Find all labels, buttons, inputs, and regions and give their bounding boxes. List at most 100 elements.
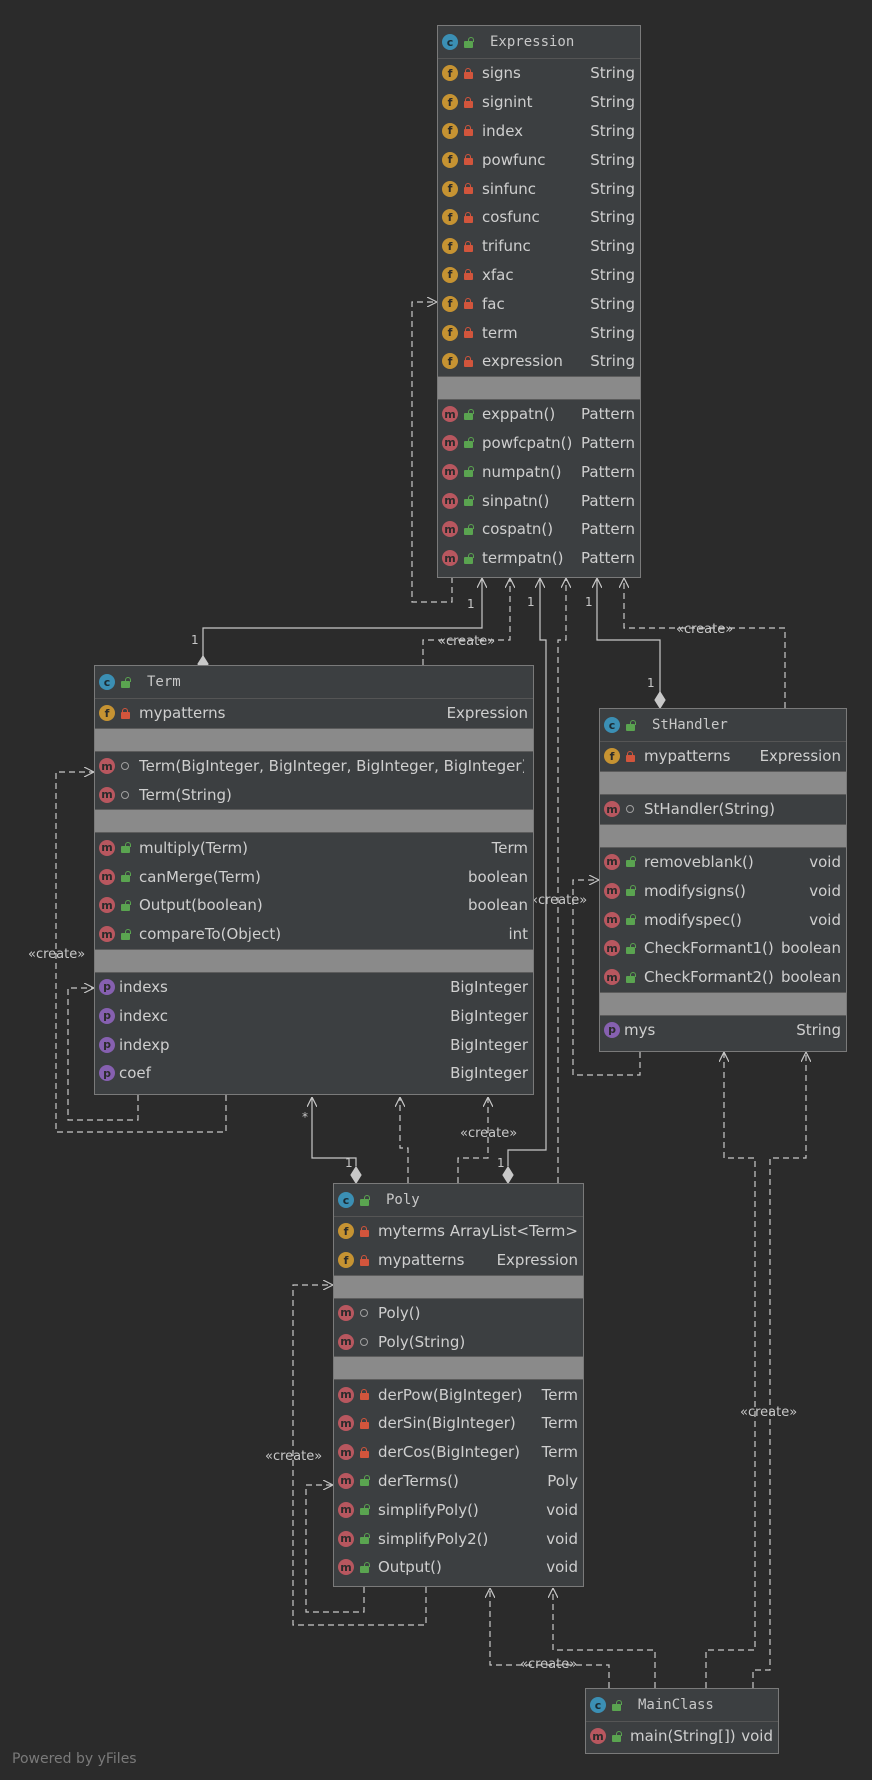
- field-icon: f: [442, 353, 458, 370]
- method-row[interactable]: m derCos(BigInteger) Term: [334, 1438, 583, 1467]
- create-label-sthandler-self: «create»: [530, 893, 588, 908]
- ctor-icon: m: [338, 1304, 354, 1321]
- method-row[interactable]: m derTerms() Poly: [334, 1467, 583, 1496]
- field-row[interactable]: f xfac String: [438, 261, 640, 290]
- property-row[interactable]: p indexp BigInteger: [95, 1030, 533, 1059]
- member-name: signint: [482, 93, 533, 112]
- member-name: exppatn(): [482, 405, 556, 424]
- method-row[interactable]: m canMerge(Term) boolean: [95, 862, 533, 891]
- class-term[interactable]: c Term f mypatterns Expression m Term(BigIn…: [94, 665, 534, 1095]
- member-type: BigInteger: [450, 1064, 528, 1083]
- member-type: String: [590, 237, 635, 256]
- member-name: numpatn(): [482, 462, 562, 481]
- method-row[interactable]: m modifyspec() void: [600, 905, 846, 934]
- member-name: sinfunc: [482, 179, 537, 198]
- field-row[interactable]: f powfunc String: [438, 145, 640, 174]
- method-icon: m: [604, 911, 620, 928]
- member-type: String: [796, 1020, 841, 1039]
- method-row[interactable]: m removeblank() void: [600, 848, 846, 877]
- private-icon: [462, 298, 474, 310]
- main-poly-create: [490, 1588, 610, 1688]
- method-icon: m: [338, 1415, 354, 1432]
- method-row[interactable]: m Output() void: [334, 1553, 583, 1582]
- public-icon: [610, 1699, 622, 1711]
- section-separator: [438, 375, 640, 400]
- method-row[interactable]: m exppatn() Pattern: [438, 400, 640, 429]
- member-name: mys: [624, 1020, 656, 1039]
- member-name: coef: [119, 1064, 151, 1083]
- section-separator: [95, 948, 533, 973]
- class-poly[interactable]: c Poly f myterms ArrayList<Term> f mypattern…: [333, 1183, 584, 1587]
- ctor-row[interactable]: m Poly(): [334, 1299, 583, 1328]
- ctor-row[interactable]: m Term(BigInteger, BigInteger, BigInteger…: [95, 752, 533, 781]
- method-row[interactable]: m sinpatn() Pattern: [438, 486, 640, 515]
- member-name: myterms: [378, 1222, 445, 1241]
- create-label-poly-term: «create»: [460, 1126, 518, 1141]
- member-name: simplifyPoly2(): [378, 1529, 489, 1548]
- method-row[interactable]: m multiply(Term) Term: [95, 833, 533, 862]
- field-row[interactable]: f fac String: [438, 289, 640, 318]
- member-type: Expression: [759, 747, 841, 766]
- member-type: boolean: [468, 896, 528, 915]
- field-row[interactable]: f signs String: [438, 59, 640, 88]
- member-name: Poly(String): [378, 1332, 466, 1351]
- field-row[interactable]: f mypatterns Expression: [334, 1246, 583, 1275]
- public-icon: [119, 842, 131, 854]
- property-row[interactable]: p indexc BigInteger: [95, 1001, 533, 1030]
- private-icon: [624, 750, 636, 762]
- member-name: multiply(Term): [139, 838, 248, 857]
- property-row[interactable]: p mys String: [600, 1016, 846, 1045]
- class-sthandler[interactable]: c StHandler f mypatterns Expression m StHan…: [599, 708, 847, 1052]
- method-row[interactable]: m Output(boolean) boolean: [95, 891, 533, 920]
- member-name: StHandler(String): [644, 800, 775, 819]
- method-row[interactable]: m derSin(BigInteger) Term: [334, 1409, 583, 1438]
- member-type: Pattern: [581, 520, 635, 539]
- method-row[interactable]: m numpatn() Pattern: [438, 457, 640, 486]
- poly-term-dependency: [400, 1097, 409, 1183]
- method-row[interactable]: m cospatn() Pattern: [438, 515, 640, 544]
- method-row[interactable]: m CheckFormant1() boolean: [600, 934, 846, 963]
- field-row[interactable]: f expression String: [438, 347, 640, 376]
- method-row[interactable]: m simplifyPoly2() void: [334, 1524, 583, 1553]
- mult-expression-sthandler: 1: [585, 595, 593, 609]
- method-row[interactable]: m compareTo(Object) int: [95, 920, 533, 949]
- field-row[interactable]: f sinfunc String: [438, 174, 640, 203]
- field-row[interactable]: f cosfunc String: [438, 203, 640, 232]
- member-type: ArrayList<Term>: [449, 1222, 578, 1241]
- field-row[interactable]: f myterms ArrayList<Term>: [334, 1217, 583, 1246]
- mult-expression-poly: 1: [527, 595, 535, 609]
- member-name: powfcpatn(): [482, 433, 573, 452]
- method-row[interactable]: m CheckFormant2() boolean: [600, 963, 846, 992]
- poly-expression-dependency: [557, 578, 566, 1183]
- field-row[interactable]: f trifunc String: [438, 232, 640, 261]
- class-mainclass[interactable]: c MainClass m main(String[]) void: [585, 1688, 779, 1754]
- field-row[interactable]: f mypatterns Expression: [95, 699, 533, 728]
- section-separator: [95, 809, 533, 834]
- term-expression-create: [422, 578, 510, 665]
- ctor-row[interactable]: m StHandler(String): [600, 795, 846, 824]
- property-row[interactable]: p indexs BigInteger: [95, 973, 533, 1002]
- method-row[interactable]: m derPow(BigInteger) Term: [334, 1380, 583, 1409]
- member-type: String: [590, 93, 635, 112]
- field-row[interactable]: f mypatterns Expression: [600, 742, 846, 771]
- ctor-row[interactable]: m Poly(String): [334, 1327, 583, 1356]
- member-name: removeblank(): [644, 852, 754, 871]
- method-icon: m: [442, 406, 458, 423]
- method-row[interactable]: m modifysigns() void: [600, 876, 846, 905]
- method-icon: m: [604, 940, 620, 957]
- private-icon: [462, 125, 474, 137]
- section-separator: [334, 1356, 583, 1381]
- property-row[interactable]: p coef BigInteger: [95, 1059, 533, 1088]
- field-row[interactable]: f index String: [438, 117, 640, 146]
- method-row[interactable]: m termpatn() Pattern: [438, 544, 640, 573]
- ctor-row[interactable]: m Term(String): [95, 781, 533, 810]
- method-row[interactable]: m main(String[]) void: [586, 1722, 778, 1751]
- mult-sthandler-source: 1: [647, 676, 655, 690]
- member-name: xfac: [482, 265, 514, 284]
- method-row[interactable]: m powfcpatn() Pattern: [438, 429, 640, 458]
- field-row[interactable]: f signint String: [438, 88, 640, 117]
- member-name: derSin(BigInteger): [378, 1414, 516, 1433]
- field-row[interactable]: f term String: [438, 318, 640, 347]
- method-row[interactable]: m simplifyPoly() void: [334, 1495, 583, 1524]
- class-expression[interactable]: c Expression f signs String f signint String f…: [437, 25, 641, 578]
